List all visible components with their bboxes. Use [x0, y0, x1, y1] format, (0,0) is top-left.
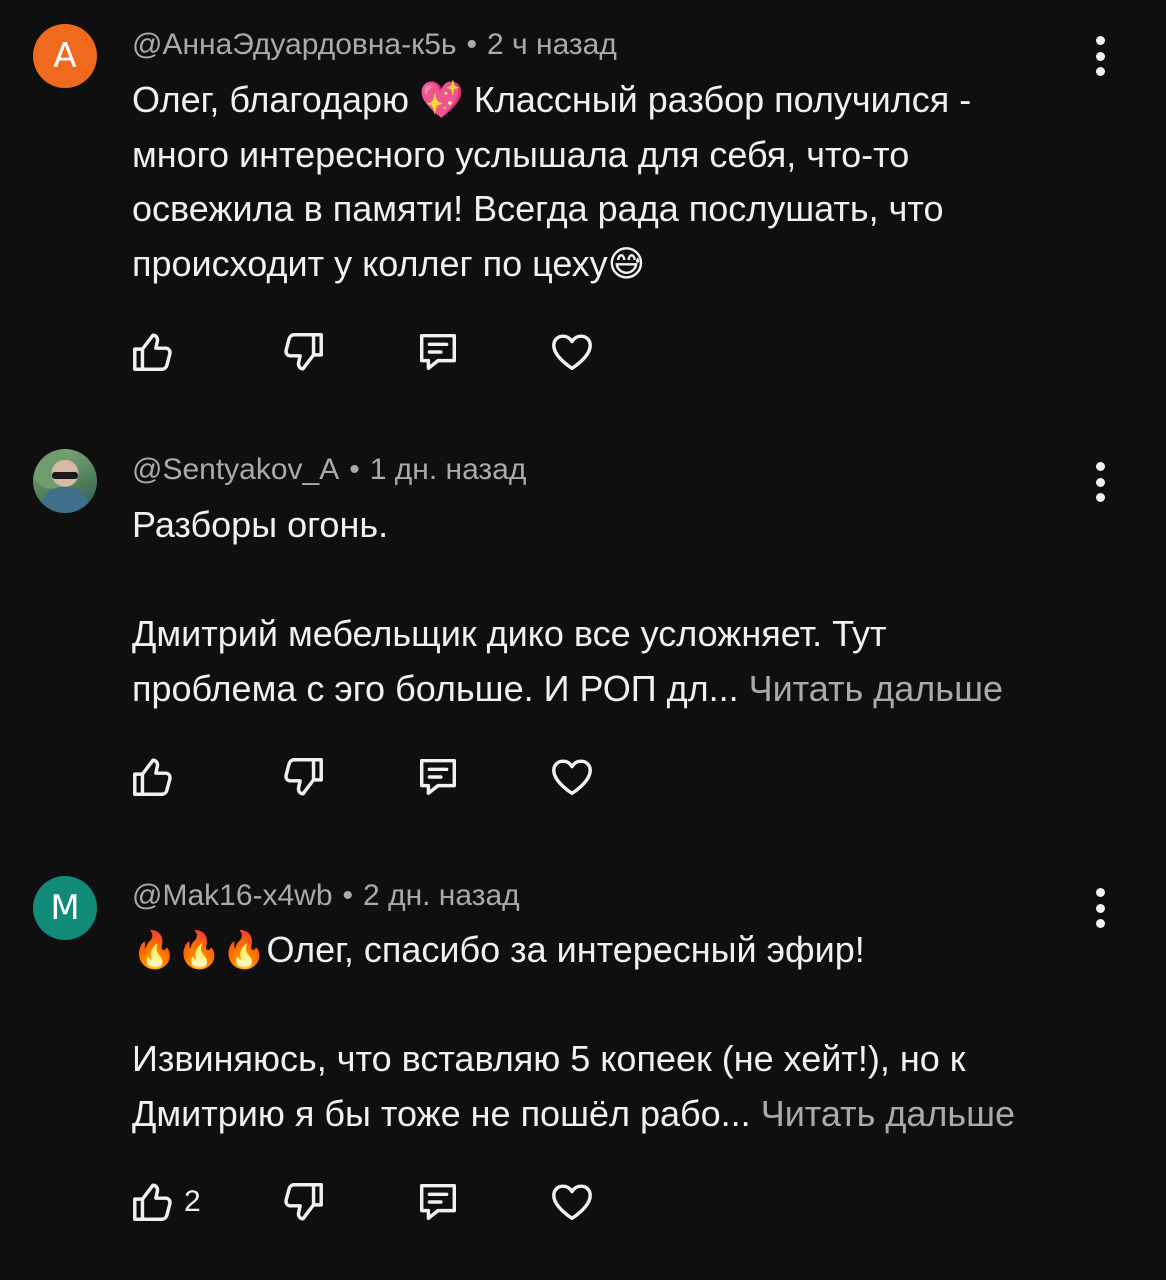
avatar-letter: М	[50, 888, 80, 928]
reply-button[interactable]	[415, 753, 461, 801]
comment-author[interactable]: @Sentyakov_A	[132, 453, 339, 486]
read-more-link[interactable]: Читать дальше	[749, 668, 1003, 709]
more-vertical-icon	[1095, 36, 1105, 45]
dislike-button[interactable]	[280, 328, 326, 376]
thumb-down-icon	[284, 1183, 323, 1221]
comment-line: Дмитрию я бы тоже не пошёл рабо... Читат…	[132, 1087, 1122, 1142]
more-vertical-icon	[1095, 462, 1105, 471]
comment-line: освежила в памяти! Всегда рада послушать…	[132, 188, 944, 229]
dislike-button[interactable]	[280, 1178, 326, 1226]
like-button[interactable]	[130, 328, 184, 376]
thumb-down-icon	[284, 758, 323, 796]
comment-line-text: Дмитрию я бы тоже не пошёл рабо...	[132, 1092, 751, 1134]
reply-comment-icon	[419, 1183, 457, 1221]
reply-button[interactable]	[415, 328, 461, 376]
heart-button[interactable]	[549, 328, 595, 376]
avatar-photo-glasses	[52, 472, 78, 479]
comment-line: Извиняюсь, что вставляю 5 копеек (не хей…	[132, 1038, 966, 1079]
comment-meta: @Sentyakov_A • 1 дн. назад	[132, 453, 526, 487]
comment-blank-line	[132, 553, 1122, 608]
more-vertical-icon	[1095, 888, 1105, 897]
comment-line: Дмитрий мебельщик дико все усложняет. Ту…	[132, 613, 887, 654]
thumb-up-icon	[133, 333, 172, 371]
dislike-button[interactable]	[280, 753, 326, 801]
thumb-up-icon	[133, 1183, 172, 1221]
like-button[interactable]: 2	[130, 1178, 201, 1226]
reply-comment-icon	[419, 758, 457, 796]
avatar[interactable]	[33, 449, 97, 513]
comment-text: 🔥🔥🔥Олег, спасибо за интересный эфир! Изв…	[132, 923, 1122, 1141]
comment-time[interactable]: 2 дн. назад	[363, 879, 520, 912]
reply-button[interactable]	[415, 1178, 461, 1226]
more-options-button[interactable]	[1088, 462, 1112, 502]
comment-text: Разборы огонь. Дмитрий мебельщик дико вс…	[132, 498, 1122, 716]
heart-button[interactable]	[549, 753, 595, 801]
like-button[interactable]	[130, 753, 184, 801]
comment-time[interactable]: 2 ч назад	[487, 28, 617, 61]
heart-button[interactable]	[549, 1178, 595, 1226]
avatar[interactable]: А	[33, 24, 97, 88]
more-vertical-icon-dot	[1095, 51, 1105, 61]
comment-line: Разборы огонь.	[132, 504, 389, 545]
more-vertical-icon-dot	[1095, 903, 1105, 913]
comment-line-text: проблема с эго больше. И РОП дл...	[132, 667, 739, 709]
heart-icon	[552, 759, 592, 796]
more-vertical-icon-dot	[1095, 477, 1105, 487]
comment-line: происходит у коллег по цеху😅	[132, 242, 646, 284]
thumb-up-icon	[133, 758, 172, 796]
comment-meta: @Mak16-x4wb • 2 дн. назад	[132, 879, 520, 913]
like-count: 2	[184, 1185, 201, 1218]
reply-comment-icon	[419, 333, 457, 371]
meta-separator: •	[349, 453, 360, 486]
comment-author[interactable]: @АннаЭдуардовна-к5ь	[132, 28, 457, 61]
more-options-button[interactable]	[1088, 36, 1112, 76]
comment-line: 🔥🔥🔥Олег, спасибо за интересный эфир!	[132, 929, 865, 970]
comment-author[interactable]: @Mak16-x4wb	[132, 879, 333, 912]
meta-separator: •	[466, 28, 478, 61]
avatar-letter: А	[53, 36, 77, 76]
comment-line: много интересного услышала для себя, что…	[132, 133, 910, 175]
heart-icon	[552, 334, 592, 371]
avatar[interactable]: М	[33, 876, 97, 940]
heart-icon	[552, 1184, 592, 1221]
comment-time[interactable]: 1 дн. назад	[370, 453, 527, 486]
meta-separator: •	[342, 879, 354, 912]
read-more-link[interactable]: Читать дальше	[761, 1093, 1015, 1134]
comment-meta: @АннаЭдуардовна-к5ь • 2 ч назад	[132, 28, 617, 62]
comment-blank-line	[132, 978, 1122, 1033]
comment-line: проблема с эго больше. И РОП дл... Читат…	[132, 662, 1122, 717]
more-options-button[interactable]	[1088, 888, 1112, 928]
thumb-down-icon	[284, 333, 323, 371]
comment-line: Олег, благодарю 💖 Классный разбор получи…	[132, 79, 972, 120]
comment-text: Олег, благодарю 💖 Классный разбор получи…	[132, 73, 1122, 291]
